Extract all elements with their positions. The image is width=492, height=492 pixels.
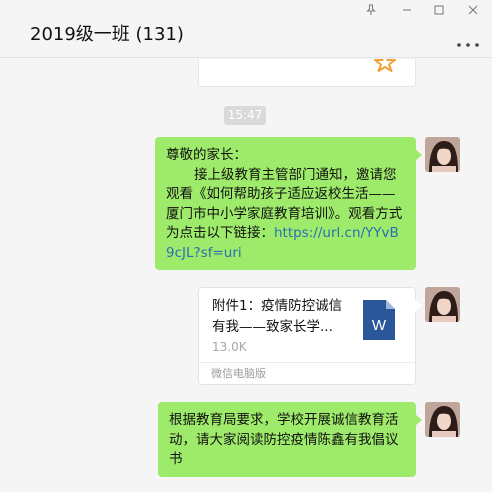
message-text: 根据教育局要求，学校开展诚信教育活动，请大家阅读防控疫情陈鑫有我倡议书 (169, 412, 399, 467)
chat-title: 2019级一班 (131) (30, 24, 184, 45)
star-icon (371, 59, 399, 77)
file-title: 附件1：疫情防控诚信有我——致家长学... (212, 298, 343, 335)
message-greeting: 尊敬的家长： (166, 147, 247, 163)
close-icon[interactable] (464, 2, 482, 18)
avatar[interactable] (425, 137, 460, 172)
file-message-card[interactable]: 附件1：疫情防控诚信有我——致家长学... 13.0K W 微信电脑版 (198, 287, 422, 385)
previous-message-card[interactable] (198, 59, 416, 87)
file-size: 13.0K (212, 340, 247, 354)
avatar[interactable] (425, 287, 460, 322)
more-icon[interactable] (456, 33, 480, 47)
file-source-label: 微信电脑版 (199, 362, 415, 385)
word-icon-letter: W (372, 317, 387, 334)
message-timestamp: 15:47 (224, 106, 266, 125)
title-bar: 2019级一班 (131) (0, 0, 492, 58)
message-body: 接上级教育主管部门通知，邀请您观看《如何帮助孩子适应返校生活——厦门市中小学家庭… (166, 166, 405, 264)
message-bubble-integrity[interactable]: 根据教育局要求，学校开展诚信教育活动，请大家阅读防控疫情陈鑫有我倡议书 (158, 402, 422, 477)
maximize-icon[interactable] (430, 2, 448, 18)
message-bubble-invitation[interactable]: 尊敬的家长： 接上级教育主管部门通知，邀请您观看《如何帮助孩子适应返校生活——厦… (155, 137, 422, 270)
chat-area[interactable]: 15:47 尊敬的家长： 接上级教育主管部门通知，邀请您观看《如何帮助孩子适应返… (0, 59, 492, 492)
avatar[interactable] (425, 402, 460, 437)
pin-icon[interactable] (362, 2, 380, 18)
word-document-icon: W (363, 300, 395, 340)
minimize-icon[interactable] (398, 2, 416, 18)
